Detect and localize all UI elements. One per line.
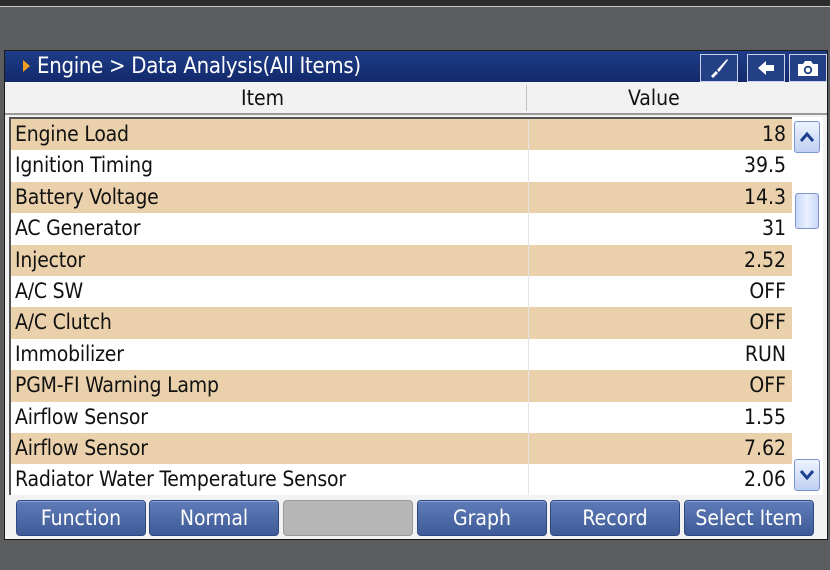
cell-divider: [528, 276, 529, 308]
scrollbar-thumb[interactable]: [795, 193, 819, 229]
row-item-label: Ignition Timing: [15, 153, 153, 178]
row-item-label: Injector: [15, 247, 85, 272]
table-row[interactable]: Airflow Sensor 7.62: [11, 433, 794, 465]
row-value: 2.52: [743, 247, 786, 272]
blank-button: [283, 500, 413, 536]
chevron-down-icon: [799, 470, 815, 481]
select-item-button[interactable]: Select Item: [684, 500, 814, 536]
cell-divider: [528, 213, 529, 245]
vertical-scrollbar[interactable]: [792, 117, 823, 495]
cell-divider: [528, 181, 529, 214]
column-header-item: Item: [241, 86, 285, 110]
brush-icon: [711, 59, 728, 78]
capture-button[interactable]: [789, 54, 827, 82]
cell-divider: [528, 464, 529, 495]
table-row[interactable]: Radiator Water Temperature Sensor 2.06: [11, 464, 794, 495]
row-item-label: Airflow Sensor: [15, 404, 148, 429]
brush-button[interactable]: [700, 54, 738, 82]
column-header: Item Value: [5, 83, 827, 115]
row-value: 2.06: [743, 467, 786, 492]
table-row[interactable]: Injector 2.52: [11, 244, 794, 276]
normal-button[interactable]: Normal: [149, 500, 279, 536]
row-value: OFF: [749, 373, 786, 398]
function-button[interactable]: Function: [16, 500, 146, 536]
row-item-label: AC Generator: [15, 216, 141, 241]
title-bar: Engine > Data Analysis(All Items): [5, 51, 827, 82]
table-row[interactable]: Ignition Timing 39.5: [11, 150, 794, 182]
top-strip: [0, 0, 830, 7]
scroll-down-button[interactable]: [794, 459, 820, 491]
table-row[interactable]: AC Generator 31: [11, 213, 794, 245]
record-button[interactable]: Record: [550, 500, 680, 536]
back-arrow-icon: [758, 61, 774, 75]
row-item-label: PGM-FI Warning Lamp: [15, 373, 219, 398]
row-value: 14.3: [743, 184, 786, 209]
back-button[interactable]: [747, 54, 785, 82]
column-header-value: Value: [628, 86, 680, 110]
cell-divider: [528, 338, 529, 371]
cell-divider: [528, 150, 529, 182]
row-value: 7.62: [743, 436, 786, 460]
breadcrumb-arrow-icon: [23, 60, 30, 72]
cell-divider: [528, 244, 529, 276]
table-row[interactable]: A/C SW OFF: [11, 276, 794, 308]
breadcrumb: Engine > Data Analysis(All Items): [37, 54, 361, 79]
table-row[interactable]: Immobilizer RUN: [11, 338, 794, 371]
row-item-label: Engine Load: [15, 122, 129, 146]
row-item-label: Battery Voltage: [15, 184, 159, 209]
table-row[interactable]: Airflow Sensor 1.55: [11, 401, 794, 433]
cell-divider: [528, 401, 529, 433]
row-value: 1.55: [743, 404, 786, 429]
graph-button[interactable]: Graph: [417, 500, 547, 536]
table-row[interactable]: Engine Load 18: [11, 119, 794, 151]
data-analysis-window: Engine > Data Analysis(All Items) Item V…: [4, 50, 828, 540]
row-item-label: A/C SW: [15, 279, 83, 303]
cell-divider: [528, 370, 529, 402]
row-value: OFF: [749, 310, 786, 335]
row-value: 31: [761, 216, 786, 241]
row-item-label: Radiator Water Temperature Sensor: [15, 467, 346, 492]
row-item-label: Immobilizer: [15, 341, 124, 366]
table-row[interactable]: PGM-FI Warning Lamp OFF: [11, 370, 794, 402]
row-value: 39.5: [743, 153, 786, 178]
cell-divider: [528, 433, 529, 465]
row-item-label: A/C Clutch: [15, 310, 112, 335]
data-table: Engine Load 18 Ignition Timing 39.5 Batt…: [9, 117, 794, 495]
camera-icon: [798, 61, 818, 76]
table-row[interactable]: A/C Clutch OFF: [11, 307, 794, 339]
cell-divider: [528, 119, 529, 151]
row-value: OFF: [749, 279, 786, 303]
row-value: 18: [761, 122, 786, 146]
chevron-up-icon: [799, 131, 815, 142]
column-divider: [526, 85, 527, 111]
scroll-up-button[interactable]: [794, 121, 820, 153]
row-item-label: Airflow Sensor: [15, 436, 148, 460]
table-row[interactable]: Battery Voltage 14.3: [11, 181, 794, 214]
function-bar: Function Normal Graph Record Select Item: [5, 497, 827, 539]
cell-divider: [528, 307, 529, 339]
row-value: RUN: [744, 341, 786, 366]
